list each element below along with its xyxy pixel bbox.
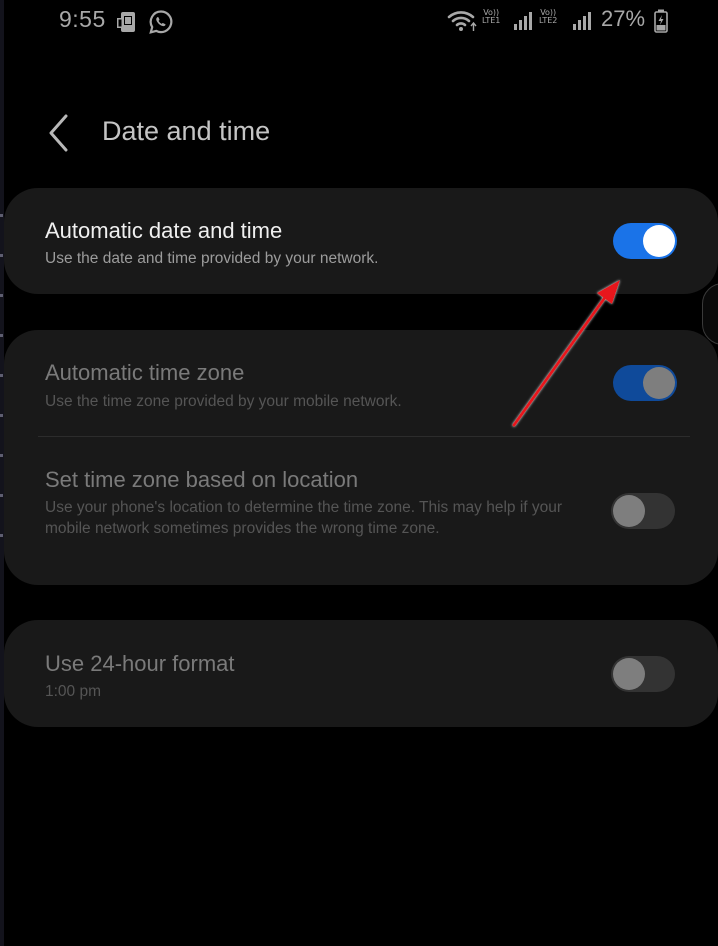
setting-subtitle: Use the date and time provided by your n… bbox=[45, 250, 379, 267]
status-bar: 9:55 Vo)) LTE1 Vo)) LTE2 27% bbox=[0, 0, 718, 44]
edge-tick bbox=[0, 294, 3, 297]
sim1-label: Vo)) LTE1 bbox=[482, 9, 500, 25]
edge-tick bbox=[0, 534, 3, 537]
automatic-date-time-toggle[interactable] bbox=[613, 223, 677, 259]
edge-tick bbox=[0, 414, 3, 417]
setting-title: Set time zone based on location bbox=[45, 467, 359, 492]
setting-row-automatic-time-zone[interactable]: Automatic time zone Use the time zone pr… bbox=[4, 330, 718, 436]
card-automatic-date-time: Automatic date and time Use the date and… bbox=[4, 188, 718, 294]
edge-tick bbox=[0, 494, 3, 497]
24-hour-format-toggle[interactable] bbox=[611, 656, 675, 692]
setting-row-24-hour-format[interactable]: Use 24-hour format 1:00 pm bbox=[4, 620, 718, 727]
setting-title: Use 24-hour format bbox=[45, 651, 235, 676]
battery-percent: 27% bbox=[601, 6, 646, 31]
wifi-icon bbox=[447, 11, 477, 31]
signal-icon bbox=[573, 12, 591, 30]
signal-icon bbox=[514, 12, 532, 30]
setting-row-automatic-date-time[interactable]: Automatic date and time Use the date and… bbox=[4, 188, 718, 294]
edge-tick bbox=[0, 454, 3, 457]
setting-title: Automatic date and time bbox=[45, 218, 283, 243]
location-time-zone-toggle[interactable] bbox=[611, 493, 675, 529]
sim2-network-text: LTE2 bbox=[539, 16, 558, 25]
screenshot-notification-icon bbox=[117, 12, 135, 32]
edge-tick bbox=[0, 334, 3, 337]
toggle-knob bbox=[643, 367, 675, 399]
card-24-hour-format: Use 24-hour format 1:00 pm bbox=[4, 620, 718, 727]
edge-tick bbox=[0, 374, 3, 377]
card-time-zone: Automatic time zone Use the time zone pr… bbox=[4, 330, 718, 585]
battery-charging-icon bbox=[654, 9, 668, 33]
setting-subtitle: Use the time zone provided by your mobil… bbox=[45, 393, 402, 410]
setting-subtitle: 1:00 pm bbox=[45, 683, 102, 700]
toggle-knob bbox=[643, 225, 675, 257]
setting-title: Automatic time zone bbox=[45, 360, 245, 385]
setting-subtitle: Use your phone's location to determine t… bbox=[45, 499, 563, 537]
setting-row-location-time-zone[interactable]: Set time zone based on location Use your… bbox=[4, 437, 718, 585]
edge-tick bbox=[0, 254, 3, 257]
chevron-left-icon[interactable] bbox=[42, 112, 76, 154]
toggle-knob bbox=[613, 495, 645, 527]
automatic-time-zone-toggle[interactable] bbox=[613, 365, 677, 401]
sim1-network-text: LTE1 bbox=[482, 16, 501, 25]
status-time: 9:55 bbox=[59, 6, 106, 32]
toggle-knob bbox=[613, 658, 645, 690]
page-title: Date and time bbox=[102, 116, 271, 146]
edge-tick bbox=[0, 214, 3, 217]
whatsapp-icon bbox=[149, 10, 173, 34]
sim2-label: Vo)) LTE2 bbox=[539, 9, 557, 25]
